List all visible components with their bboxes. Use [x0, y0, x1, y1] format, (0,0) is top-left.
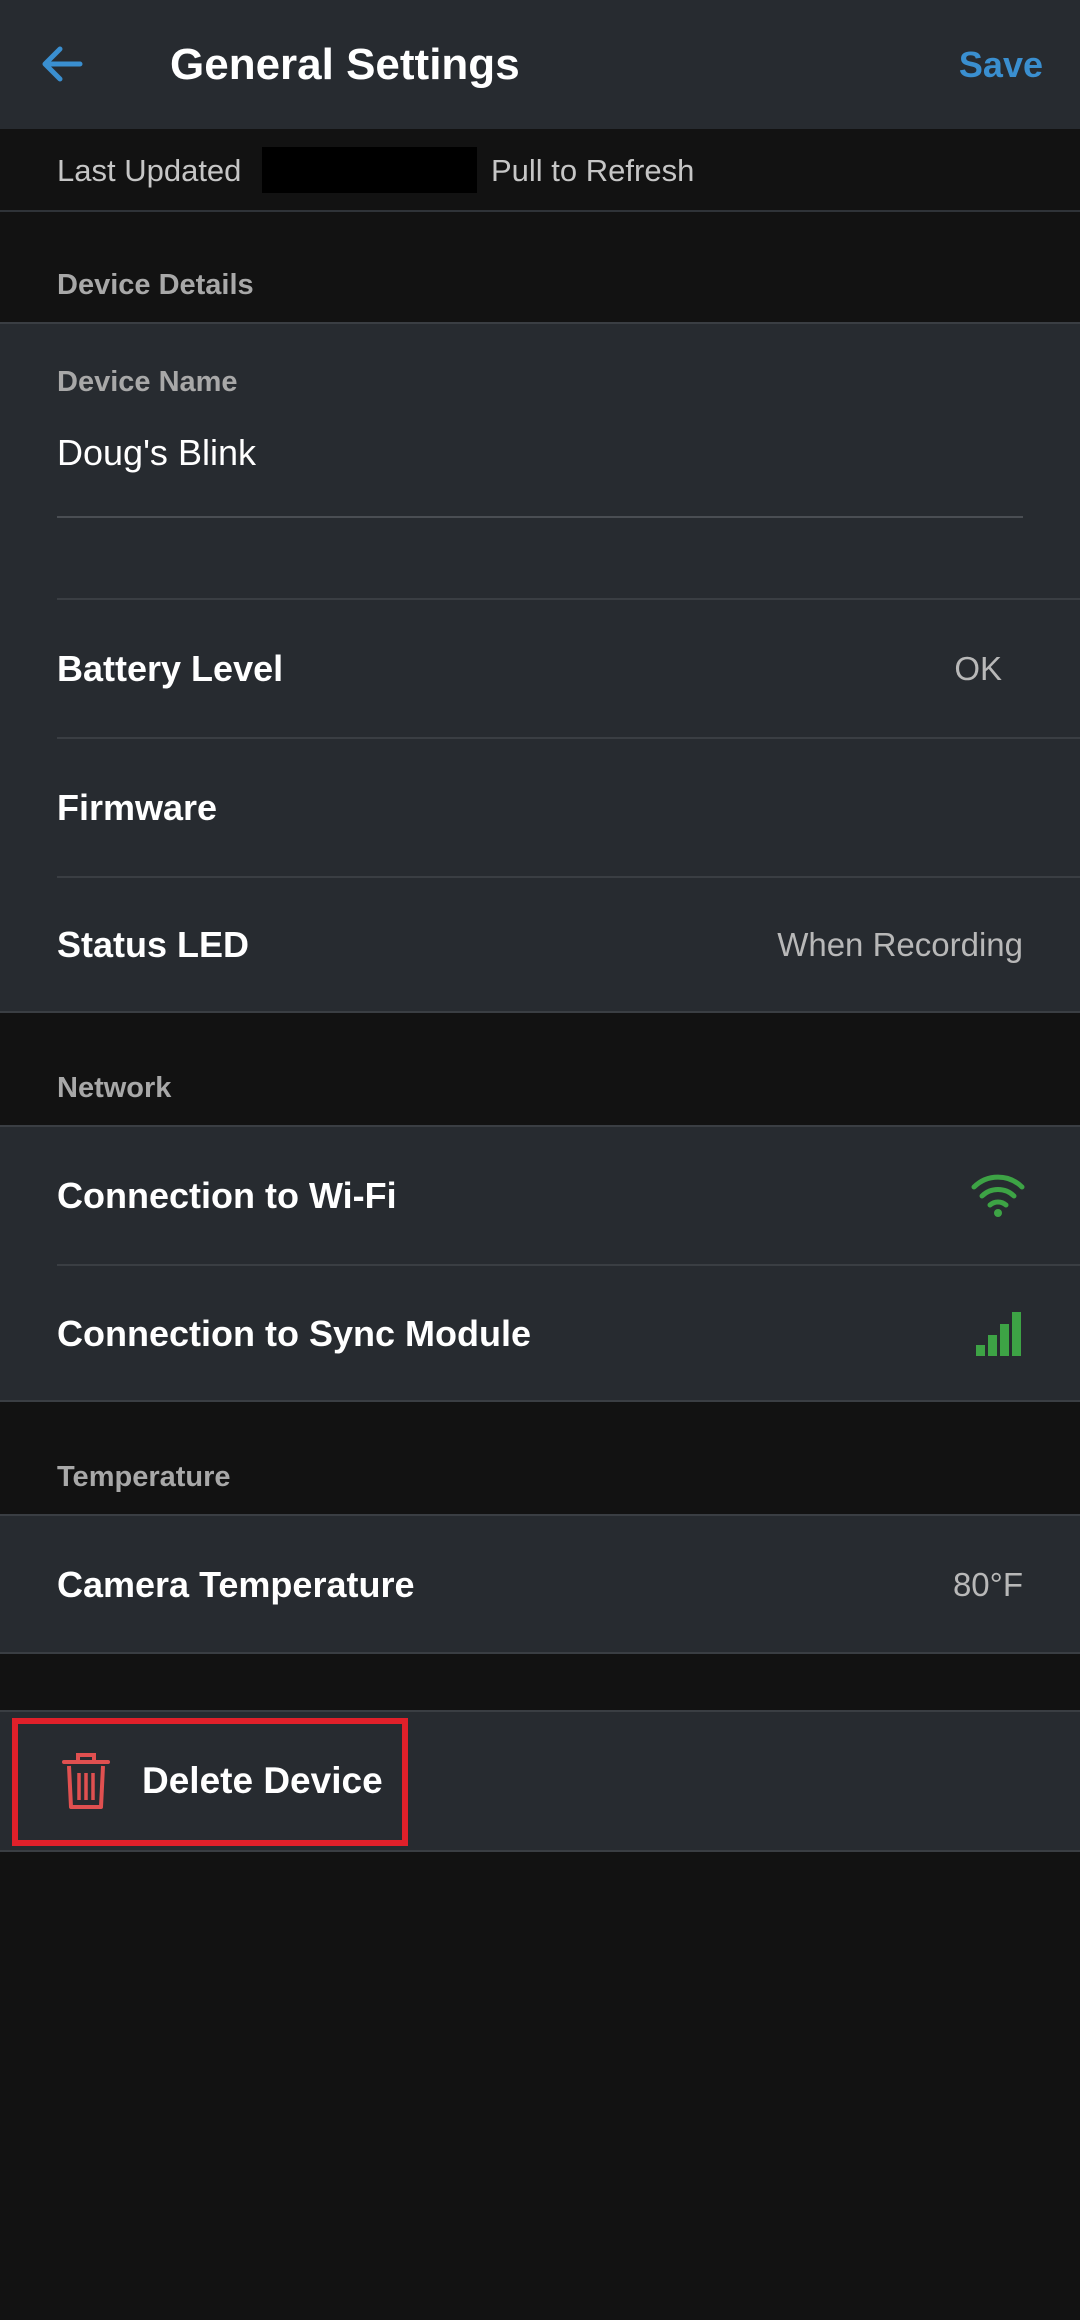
- section-header-device-details: Device Details: [0, 214, 1080, 322]
- battery-level-value: OK: [954, 650, 1002, 687]
- battery-level-row[interactable]: Battery Level OK: [0, 600, 1080, 737]
- wifi-connection-row[interactable]: Connection to Wi-Fi: [0, 1127, 1080, 1264]
- section-title-device-details: Device Details: [57, 269, 254, 301]
- sync-module-connection-row[interactable]: Connection to Sync Module: [0, 1265, 1080, 1402]
- last-updated-label: Last Updated: [57, 153, 242, 188]
- signal-bars-icon: [966, 1301, 1030, 1365]
- camera-temperature-label: Camera Temperature: [57, 1564, 415, 1605]
- sync-module-connection-label: Connection to Sync Module: [57, 1313, 531, 1354]
- pull-to-refresh-label: Pull to Refresh: [491, 153, 695, 188]
- status-led-label: Status LED: [57, 924, 250, 965]
- app-bar: General Settings Save: [0, 0, 1080, 129]
- device-name-underline: [57, 516, 1023, 518]
- section-title-temperature: Temperature: [57, 1461, 231, 1493]
- back-button[interactable]: [30, 28, 94, 100]
- redacted-timestamp: [262, 147, 477, 193]
- device-name-label: Device Name: [57, 366, 238, 398]
- camera-temperature-value: 80°F: [952, 1566, 1023, 1603]
- section-title-network: Network: [57, 1072, 172, 1104]
- trash-icon: [62, 1752, 110, 1810]
- firmware-row[interactable]: Firmware: [0, 739, 1080, 876]
- status-led-row[interactable]: Status LED When Recording: [0, 876, 1080, 1013]
- camera-temperature-row[interactable]: Camera Temperature 80°F: [0, 1516, 1080, 1653]
- wifi-signal-icon: [966, 1163, 1030, 1227]
- section-header-temperature: Temperature: [0, 1402, 1080, 1514]
- firmware-label: Firmware: [57, 787, 218, 828]
- page-title: General Settings: [170, 40, 520, 89]
- status-led-value: When Recording: [777, 926, 1023, 963]
- battery-level-label: Battery Level: [57, 648, 284, 689]
- temperature-card: Camera Temperature 80°F: [0, 1514, 1080, 1654]
- section-header-network: Network: [0, 1013, 1080, 1125]
- arrow-left-icon: [42, 46, 83, 82]
- last-updated-strip: Last Updated Pull to Refresh: [0, 129, 1080, 212]
- device-name-field[interactable]: Device Name Doug's Blink: [0, 324, 1080, 598]
- device-name-input[interactable]: Doug's Blink: [57, 432, 256, 474]
- save-button[interactable]: Save: [959, 0, 1043, 129]
- wifi-connection-label: Connection to Wi-Fi: [57, 1175, 397, 1216]
- network-card: Connection to Wi-Fi Connection to Sync M…: [0, 1125, 1080, 1402]
- device-details-card: Device Name Doug's Blink Battery Level O…: [0, 322, 1080, 1013]
- delete-device-label: Delete Device: [142, 1760, 383, 1801]
- delete-device-row[interactable]: Delete Device: [0, 1710, 1080, 1852]
